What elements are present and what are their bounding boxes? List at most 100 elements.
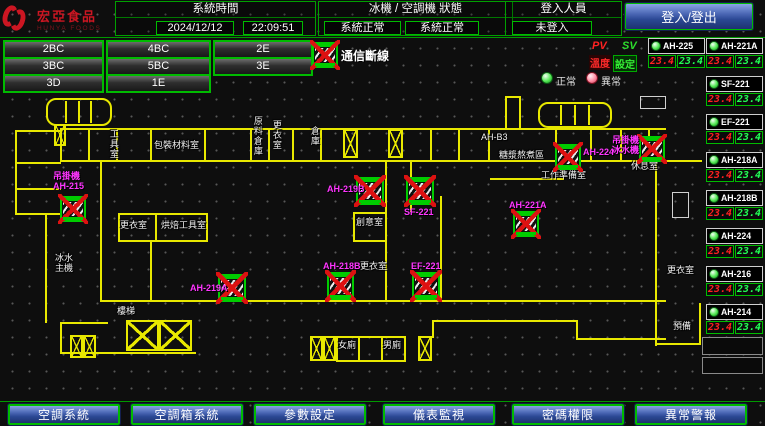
ahu-device-comm-loss-icon[interactable] — [60, 196, 86, 222]
unit-status-tile[interactable]: AH-224 — [706, 228, 763, 244]
small-room-outline — [672, 192, 689, 218]
wall-segment — [519, 96, 521, 130]
stairs-icon — [46, 98, 112, 126]
room-label: 男廁 — [383, 341, 401, 351]
wall-segment — [118, 240, 208, 242]
unit-pv-value: 23.4 — [706, 283, 734, 296]
device-label: AH-221A — [509, 200, 547, 210]
room-label: AH-B3 — [481, 133, 508, 143]
unit-status-tile[interactable]: AH-221A — [706, 38, 763, 54]
room-label: 烘焙工具室 — [161, 221, 206, 231]
unit-status-led-icon — [709, 269, 719, 279]
ahu-device-comm-loss-icon[interactable] — [327, 272, 354, 300]
footer-nav-button[interactable]: 儀表監視 — [383, 404, 495, 425]
device-label: AH-224 — [583, 147, 614, 157]
room-label: 原料倉庫 — [252, 116, 262, 156]
red-x-icon — [511, 209, 541, 239]
unit-status-tile[interactable]: AH-218A — [706, 152, 763, 168]
wall-segment — [336, 336, 406, 338]
unit-pv-value: 23.4 — [706, 169, 734, 182]
footer-nav-button[interactable]: 空調系統 — [8, 404, 120, 425]
unit-status-tile[interactable]: AH-214 — [706, 304, 763, 320]
unit-name: EF-221 — [721, 117, 750, 128]
small-room-outline — [640, 96, 666, 109]
wall-segment — [150, 128, 152, 162]
stair-shaft-icon — [83, 335, 96, 358]
unit-name: AH-216 — [721, 269, 751, 280]
footer-divider — [0, 401, 765, 402]
device-label: AH-218B — [323, 261, 361, 271]
room-label: 更衣室 — [271, 120, 281, 150]
hmi-screen: 宏亞食品 HUNYA FOODS 系統時間 2024/12/12 22:09:5… — [0, 0, 765, 426]
unit-values: 23.4 23.4 — [706, 245, 763, 258]
unit-status-led-icon — [709, 79, 719, 89]
wall-segment — [45, 215, 47, 323]
unit-sv-value: 23.4 — [735, 169, 763, 182]
device-label: 吊掛機 冰水機 — [612, 135, 639, 156]
unit-pv-value: 23.4 — [706, 131, 734, 144]
ahu-device-comm-loss-icon[interactable] — [412, 272, 440, 300]
unit-status-led-icon — [709, 117, 719, 127]
red-x-icon — [637, 134, 667, 164]
empty-slot — [702, 337, 763, 355]
room-label: 工具室 — [108, 129, 118, 159]
room-label: 更衣室 — [360, 262, 387, 272]
room-label: 樓梯 — [117, 307, 135, 317]
red-x-icon — [404, 175, 436, 207]
wall-segment — [60, 322, 62, 354]
room-label: 糖漿熬煮區 — [499, 151, 544, 161]
unit-values: 23.4 23.4 — [706, 283, 763, 296]
wall-segment — [353, 212, 387, 214]
unit-status-tile[interactable]: AH-216 — [706, 266, 763, 282]
unit-name: AH-218B — [721, 193, 757, 204]
unit-name: AH-221A — [721, 41, 757, 52]
room-label: 女廁 — [338, 341, 356, 351]
unit-status-tile[interactable]: AH-225 — [648, 38, 705, 54]
footer-nav-button[interactable]: 異常警報 — [635, 404, 747, 425]
red-x-icon — [58, 194, 88, 224]
unit-sv-value: 23.4 — [735, 131, 763, 144]
stair-shaft-icon — [388, 129, 403, 158]
unit-status-led-icon — [709, 41, 719, 51]
unit-sv-value: 23.4 — [735, 283, 763, 296]
red-x-icon — [553, 142, 583, 172]
stair-shaft-icon — [310, 336, 323, 361]
wall-segment — [458, 128, 460, 162]
unit-sv-value: 23.4 — [677, 55, 705, 68]
room-label: 預備 — [673, 322, 691, 332]
footer-nav-button[interactable]: 參數設定 — [254, 404, 366, 425]
ahu-device-comm-loss-icon[interactable] — [406, 177, 434, 205]
wall-segment — [15, 130, 17, 215]
wall-segment — [576, 338, 666, 340]
footer-nav-button[interactable]: 密碼權限 — [512, 404, 624, 425]
unit-status-tile[interactable]: AH-218B — [706, 190, 763, 206]
unit-sv-value: 23.4 — [735, 245, 763, 258]
unit-values: 23.4 23.4 — [706, 207, 763, 220]
wall-segment — [88, 128, 90, 162]
unit-values: 23.4 23.4 — [648, 55, 705, 68]
device-label: 吊掛機 AH-215 — [53, 171, 84, 192]
wall-segment — [268, 128, 270, 162]
ahu-device-comm-loss-icon[interactable] — [639, 136, 665, 162]
wall-segment — [100, 300, 666, 302]
unit-status-tile[interactable]: EF-221 — [706, 114, 763, 130]
unit-name: AH-218A — [721, 155, 757, 166]
unit-sv-value: 23.4 — [735, 93, 763, 106]
wall-segment — [353, 212, 355, 242]
unit-values: 23.4 23.4 — [706, 169, 763, 182]
unit-values: 23.4 23.4 — [706, 131, 763, 144]
unit-pv-value: 23.4 — [706, 207, 734, 220]
unit-status-led-icon — [709, 155, 719, 165]
wall-segment — [358, 336, 360, 361]
footer-nav-button[interactable]: 空調箱系統 — [131, 404, 243, 425]
unit-sv-value: 23.4 — [735, 321, 763, 334]
unit-status-tile[interactable]: SF-221 — [706, 76, 763, 92]
wall-segment — [353, 240, 387, 242]
ahu-device-comm-loss-icon[interactable] — [555, 144, 581, 170]
wall-segment — [430, 128, 432, 162]
wall-segment — [432, 320, 578, 322]
ahu-device-comm-loss-icon[interactable] — [513, 211, 539, 237]
wall-segment — [100, 162, 102, 302]
wall-segment — [292, 128, 294, 162]
unit-sv-value: 23.4 — [735, 207, 763, 220]
